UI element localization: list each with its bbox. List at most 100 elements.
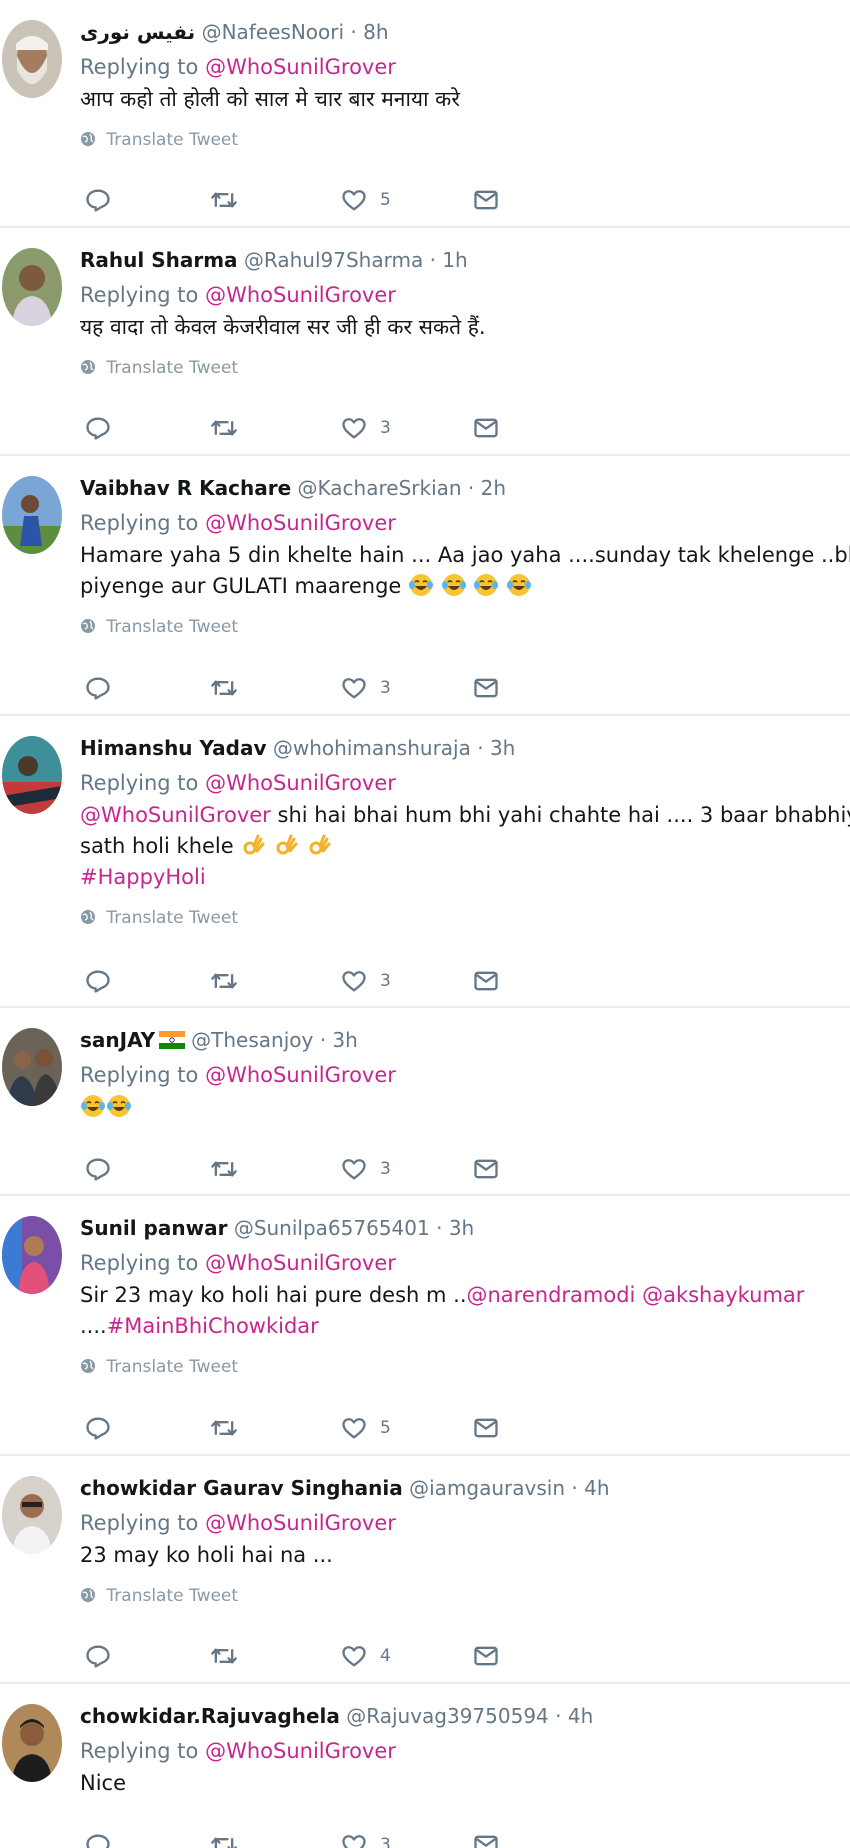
- hashtag-link[interactable]: #HappyHoli: [80, 865, 206, 889]
- replying-mention[interactable]: @WhoSunilGrover: [205, 1063, 396, 1087]
- replying-mention[interactable]: @WhoSunilGrover: [205, 511, 396, 535]
- like-count: 3: [380, 1835, 391, 1848]
- display-name[interactable]: Sunil panwar: [80, 1216, 227, 1240]
- heart-icon: [342, 418, 366, 439]
- envelope-icon: [474, 1159, 498, 1179]
- direct-message-button[interactable]: [472, 1413, 500, 1443]
- avatar[interactable]: [2, 1028, 62, 1106]
- like-button[interactable]: 5: [340, 1413, 391, 1443]
- tweet[interactable]: chowkidar Gaurav Singhania @iamgauravsin…: [0, 1456, 850, 1684]
- avatar[interactable]: [2, 248, 62, 326]
- timestamp[interactable]: 4h: [568, 1704, 593, 1728]
- display-name[interactable]: chowkidar Gaurav Singhania: [80, 1476, 403, 1500]
- direct-message-button[interactable]: [472, 1154, 500, 1184]
- mention-link[interactable]: @narendramodi: [467, 1283, 636, 1307]
- retweet-icon: [211, 420, 237, 436]
- retweet-button[interactable]: [210, 413, 238, 443]
- reply-button[interactable]: [84, 1154, 112, 1184]
- display-name[interactable]: chowkidar.Rajuvaghela: [80, 1704, 340, 1728]
- user-handle[interactable]: @Thesanjoy: [191, 1028, 313, 1052]
- direct-message-button[interactable]: [472, 1830, 500, 1848]
- avatar[interactable]: [2, 476, 62, 554]
- avatar[interactable]: [2, 1704, 62, 1782]
- translate-tweet-link[interactable]: Translate Tweet: [80, 612, 850, 642]
- tweet[interactable]: نفیس نوری @NafeesNoori · 8h Replying to …: [0, 0, 850, 228]
- display-name[interactable]: sanJAY: [80, 1028, 155, 1052]
- timestamp[interactable]: 8h: [363, 20, 388, 44]
- translate-tweet-link[interactable]: Translate Tweet: [80, 353, 850, 383]
- tweet[interactable]: sanJAY @Thesanjoy · 3h Replying to @WhoSu…: [0, 1008, 850, 1196]
- avatar[interactable]: [2, 1476, 62, 1554]
- replying-mention[interactable]: @WhoSunilGrover: [205, 55, 396, 79]
- reply-icon: [86, 417, 110, 440]
- tweet[interactable]: Himanshu Yadav @whohimanshuraja · 3h Rep…: [0, 716, 850, 1008]
- separator: ·: [477, 736, 484, 760]
- tweet-actions: 5: [84, 185, 564, 215]
- retweet-button[interactable]: [210, 1830, 238, 1848]
- timestamp[interactable]: 1h: [442, 248, 467, 272]
- like-button[interactable]: 3: [340, 673, 391, 703]
- translate-tweet-link[interactable]: Translate Tweet: [80, 1352, 850, 1382]
- retweet-button[interactable]: [210, 185, 238, 215]
- user-handle[interactable]: @Sunilpa65765401: [234, 1216, 430, 1240]
- like-button[interactable]: 5: [340, 185, 391, 215]
- like-button[interactable]: 4: [340, 1641, 391, 1671]
- translate-tweet-link[interactable]: Translate Tweet: [80, 903, 850, 933]
- like-button[interactable]: 3: [340, 1154, 391, 1184]
- avatar[interactable]: [2, 1216, 62, 1294]
- display-name[interactable]: Rahul Sharma: [80, 248, 238, 272]
- retweet-button[interactable]: [210, 966, 238, 996]
- replying-mention[interactable]: @WhoSunilGrover: [205, 771, 396, 795]
- timestamp[interactable]: 3h: [332, 1028, 357, 1052]
- tweet[interactable]: Sunil panwar @Sunilpa65765401 · 3h Reply…: [0, 1196, 850, 1456]
- tweet[interactable]: chowkidar.Rajuvaghela @Rajuvag39750594 ·…: [0, 1684, 850, 1848]
- replying-mention[interactable]: @WhoSunilGrover: [205, 283, 396, 307]
- retweet-button[interactable]: [210, 673, 238, 703]
- retweet-button[interactable]: [210, 1154, 238, 1184]
- mention-link[interactable]: @akshaykumar: [642, 1283, 804, 1307]
- user-handle[interactable]: @NafeesNoori: [202, 20, 345, 44]
- reply-button[interactable]: [84, 1413, 112, 1443]
- user-handle[interactable]: @KachareSrkian: [298, 476, 462, 500]
- direct-message-button[interactable]: [472, 1641, 500, 1671]
- mention-link[interactable]: @WhoSunilGrover: [80, 803, 271, 827]
- direct-message-button[interactable]: [472, 185, 500, 215]
- reply-button[interactable]: [84, 413, 112, 443]
- user-handle[interactable]: @Rajuvag39750594: [346, 1704, 549, 1728]
- user-handle[interactable]: @Rahul97Sharma: [244, 248, 423, 272]
- timestamp[interactable]: 2h: [481, 476, 506, 500]
- reply-button[interactable]: [84, 966, 112, 996]
- display-name[interactable]: Himanshu Yadav: [80, 736, 267, 760]
- retweet-button[interactable]: [210, 1641, 238, 1671]
- avatar[interactable]: [2, 20, 62, 98]
- like-button[interactable]: 3: [340, 413, 391, 443]
- replying-mention[interactable]: @WhoSunilGrover: [205, 1739, 396, 1763]
- display-name[interactable]: Vaibhav R Kachare: [80, 476, 291, 500]
- direct-message-button[interactable]: [472, 413, 500, 443]
- user-handle[interactable]: @whohimanshuraja: [273, 736, 471, 760]
- user-handle[interactable]: @iamgauravsin: [409, 1476, 565, 1500]
- display-name[interactable]: نفیس نوری: [80, 20, 195, 44]
- hashtag-link[interactable]: #MainBhiChowkidar: [107, 1314, 319, 1338]
- tweet[interactable]: Vaibhav R Kachare @KachareSrkian · 2h Re…: [0, 456, 850, 716]
- tweet[interactable]: Rahul Sharma @Rahul97Sharma · 1h Replyin…: [0, 228, 850, 456]
- direct-message-button[interactable]: [472, 673, 500, 703]
- reply-button[interactable]: [84, 1830, 112, 1848]
- retweet-button[interactable]: [210, 1413, 238, 1443]
- timestamp[interactable]: 3h: [490, 736, 515, 760]
- reply-button[interactable]: [84, 185, 112, 215]
- direct-message-button[interactable]: [472, 966, 500, 996]
- avatar[interactable]: [2, 736, 62, 814]
- replying-label: Replying to: [80, 1511, 199, 1535]
- like-button[interactable]: 3: [340, 1830, 391, 1848]
- replying-mention[interactable]: @WhoSunilGrover: [205, 1511, 396, 1535]
- replying-mention[interactable]: @WhoSunilGrover: [205, 1251, 396, 1275]
- retweet-icon: [211, 1648, 237, 1664]
- reply-button[interactable]: [84, 673, 112, 703]
- translate-tweet-link[interactable]: Translate Tweet: [80, 125, 850, 155]
- reply-button[interactable]: [84, 1641, 112, 1671]
- timestamp[interactable]: 4h: [584, 1476, 609, 1500]
- like-button[interactable]: 3: [340, 966, 391, 996]
- translate-tweet-link[interactable]: Translate Tweet: [80, 1581, 850, 1611]
- timestamp[interactable]: 3h: [449, 1216, 474, 1240]
